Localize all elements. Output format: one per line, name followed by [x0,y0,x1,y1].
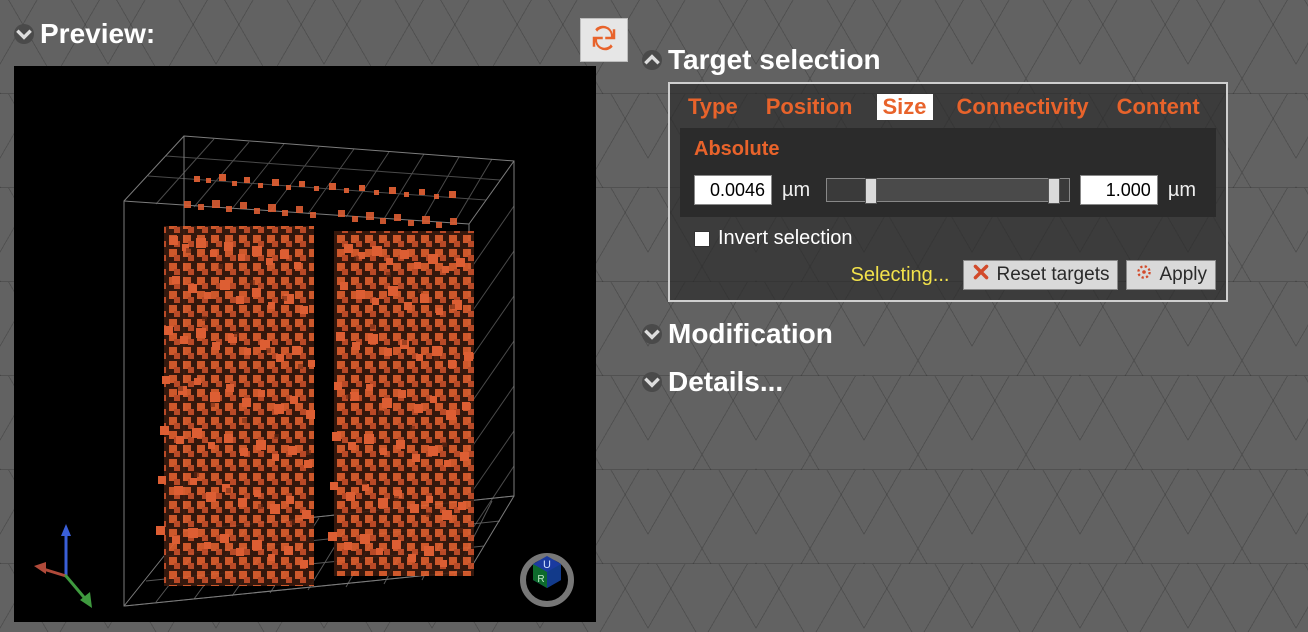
size-mode-label: Absolute [694,138,1202,161]
action-row: Selecting... Reset targets Apply [680,260,1216,290]
orientation-gizmo[interactable]: U R [512,538,582,608]
invert-selection-checkbox[interactable] [694,231,710,247]
chevron-up-icon [642,50,662,70]
svg-text:U: U [543,559,551,571]
size-min-unit: µm [782,179,810,202]
selection-status: Selecting... [851,264,950,287]
target-selection-title: Target selection [668,44,881,76]
reset-targets-label: Reset targets [996,264,1109,286]
tab-content[interactable]: Content [1113,94,1204,120]
refresh-icon [589,23,619,58]
slider-fill [871,179,1055,201]
slider-handle-high[interactable] [1048,178,1060,204]
reset-targets-button[interactable]: Reset targets [963,260,1118,290]
chevron-down-icon [642,372,662,392]
details-header[interactable]: Details... [642,366,1290,398]
size-subpanel: Absolute µm µm [680,128,1216,217]
chevron-down-icon [642,324,662,344]
close-icon [972,263,990,287]
tab-position[interactable]: Position [762,94,857,120]
modification-title: Modification [668,318,833,350]
target-tabs: Type Position Size Connectivity Content [670,90,1226,128]
size-range-row: µm µm [694,175,1202,205]
size-max-unit: µm [1168,179,1196,202]
size-range-slider[interactable] [826,178,1070,202]
main-layout: Preview: [0,0,1308,632]
size-min-input[interactable] [694,175,772,205]
axis-triad-icon [34,518,124,608]
preview-column: Preview: [0,0,640,632]
tab-type[interactable]: Type [684,94,742,120]
target-selection-header[interactable]: Target selection [642,44,1290,76]
target-selection-panel: Type Position Size Connectivity Content … [668,82,1228,302]
preview-title: Preview: [40,18,155,50]
modification-header[interactable]: Modification [642,318,1290,350]
preview-viewport[interactable]: U R [14,66,596,622]
slider-handle-low[interactable] [865,178,877,204]
size-max-input[interactable] [1080,175,1158,205]
tab-size[interactable]: Size [877,94,933,120]
preview-header[interactable]: Preview: [14,18,155,50]
tab-connectivity[interactable]: Connectivity [953,94,1093,120]
refresh-button[interactable] [580,18,628,62]
details-title: Details... [668,366,783,398]
apply-button[interactable]: Apply [1126,260,1216,290]
apply-label: Apply [1159,264,1207,286]
right-column: Target selection Type Position Size Conn… [640,0,1308,632]
target-icon [1135,263,1153,287]
invert-selection-row[interactable]: Invert selection [694,227,1216,250]
chevron-down-icon [14,24,34,44]
svg-text:R: R [537,574,544,585]
invert-selection-label: Invert selection [718,227,853,250]
